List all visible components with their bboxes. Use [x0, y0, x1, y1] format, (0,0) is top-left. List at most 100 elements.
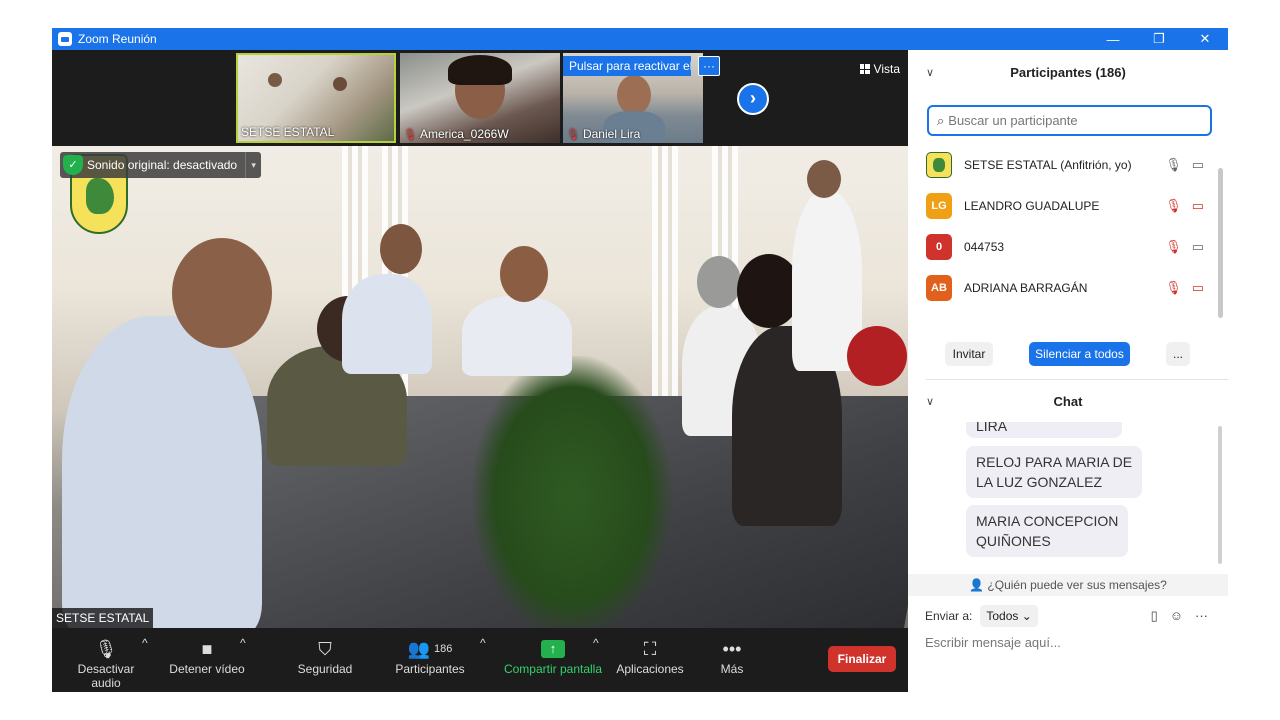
- participants-button[interactable]: 👥 186 Participantes: [390, 636, 470, 677]
- participant-search-input[interactable]: ⌕ Buscar un participante: [927, 105, 1212, 136]
- participants-title: Participantes (186): [1010, 64, 1126, 80]
- invite-button[interactable]: Invitar: [945, 342, 993, 366]
- participants-more-button[interactable]: ...: [1166, 342, 1190, 366]
- mic-muted-icon[interactable]: 🎙: [1165, 239, 1182, 255]
- send-to-value: Todos: [986, 609, 1019, 623]
- audio-options-caret[interactable]: ^: [142, 636, 148, 650]
- chat-message: RELOJ PARA MARIA DE LA LUZ GONZALEZ: [966, 446, 1143, 498]
- mute-audio-button[interactable]: 🎙 Desactivar audio: [62, 636, 150, 691]
- participant-status-icons: 🎙 ▭: [1165, 198, 1204, 214]
- thumbnail-america[interactable]: 🎙 America_0266W: [400, 53, 560, 143]
- microphone-icon[interactable]: 🎙: [1165, 157, 1182, 173]
- avatar: AB: [926, 274, 952, 301]
- chevron-down-icon[interactable]: ▾: [245, 152, 261, 178]
- participant-status-icons: 🎙 ▭: [1165, 157, 1204, 173]
- mic-muted-icon: 🎙: [403, 128, 417, 141]
- search-icon: ⌕: [937, 112, 945, 128]
- video-camera-icon[interactable]: ▭: [1192, 157, 1204, 173]
- apps-button[interactable]: ⛶ Aplicaciones: [614, 636, 686, 677]
- chat-message-input[interactable]: Escribir mensaje aquí...: [925, 635, 1061, 650]
- share-screen-icon: ↑: [498, 636, 608, 662]
- more-button[interactable]: ••• Más: [712, 636, 752, 677]
- chevron-down-icon[interactable]: ∨: [926, 395, 934, 408]
- apps-icon: ⛶: [643, 638, 657, 659]
- share-screen-button[interactable]: ↑ Compartir pantalla: [498, 636, 608, 676]
- thumbnail-name-label: SETSE ESTATAL: [241, 125, 334, 139]
- close-button[interactable]: ✕: [1182, 28, 1228, 50]
- more-label: Más: [720, 662, 744, 676]
- participants-scrollbar[interactable]: [1218, 168, 1223, 318]
- zoom-window: Zoom Reunión — ❐ ✕ SETSE ESTATAL 🎙 Americ…: [52, 28, 1228, 692]
- restore-button[interactable]: ❐: [1136, 28, 1182, 50]
- avatar: LG: [926, 192, 952, 219]
- security-label: Seguridad: [297, 662, 353, 676]
- security-button[interactable]: ⛉ Seguridad: [290, 636, 360, 677]
- shield-check-icon: ✓: [63, 155, 83, 175]
- chevron-down-icon: ⌄: [1021, 609, 1032, 623]
- participants-count: 186: [434, 643, 453, 655]
- original-sound-label: Sonido original: desactivado: [87, 158, 238, 172]
- participant-status-icons: 🎙 ▭: [1165, 239, 1204, 255]
- participant-row[interactable]: LG LEANDRO GUADALUPE 🎙 ▭: [908, 185, 1228, 226]
- thumbnail-name-label: 🎙 America_0266W: [403, 127, 509, 141]
- participant-row[interactable]: AB ADRIANA BARRAGÁN 🎙 ▭: [908, 267, 1228, 308]
- video-camera-icon[interactable]: ▭: [1192, 239, 1204, 255]
- participants-icon: 👥 186: [407, 638, 453, 659]
- meeting-toolbar: 🎙 Desactivar audio ^ ■ Detener vídeo ^ ⛉…: [52, 628, 908, 692]
- main-video-name-tag: SETSE ESTATAL: [52, 608, 154, 628]
- avatar-setse-logo-icon: [926, 151, 952, 178]
- unmute-banner[interactable]: Pulsar para reactivar el audio: [563, 56, 691, 76]
- chevron-down-icon[interactable]: ∨: [926, 66, 934, 79]
- chat-message: MARIA CONCEPCION QUIÑONES: [966, 505, 1129, 557]
- file-icon[interactable]: ▯: [1151, 608, 1158, 624]
- grid-view-icon: [859, 64, 870, 74]
- thumbnail-strip: SETSE ESTATAL 🎙 America_0266W 🎙 Daniel Lir…: [52, 50, 908, 146]
- participant-name: SETSE ESTATAL (Anfitrión, yo): [964, 157, 1132, 172]
- mic-muted-icon[interactable]: 🎙: [1165, 198, 1182, 214]
- person-left-front: [62, 316, 262, 628]
- participants-options-caret[interactable]: ^: [480, 636, 486, 650]
- chat-scrollbar[interactable]: [1218, 426, 1222, 564]
- apps-label: Aplicaciones: [616, 662, 684, 676]
- participant-face: [617, 75, 651, 115]
- view-button[interactable]: Vista: [859, 62, 900, 76]
- share-options-caret[interactable]: ^: [593, 636, 599, 650]
- stop-video-button[interactable]: ■ Detener vídeo: [167, 636, 247, 677]
- who-can-see-link[interactable]: 👤 ¿Quién puede ver sus mensajes?: [908, 574, 1228, 596]
- next-page-arrow-icon[interactable]: ›: [737, 83, 769, 115]
- end-meeting-button[interactable]: Finalizar: [828, 646, 896, 672]
- participants-header: ∨ Participantes (186): [908, 50, 1228, 94]
- thumbnail-name: America_0266W: [419, 127, 509, 141]
- person-head: [380, 224, 422, 274]
- person-head: [807, 160, 841, 198]
- thumbnail-name: SETSE ESTATAL: [241, 125, 335, 139]
- video-off-icon[interactable]: ▭: [1192, 198, 1204, 214]
- participant-name: 044753: [964, 239, 1005, 254]
- mute-audio-label: Desactivar audio: [77, 662, 135, 690]
- participant-list: SETSE ESTATAL (Anfitrión, yo) 🎙 ▭ LG LEA…: [908, 144, 1228, 308]
- video-off-icon[interactable]: ▭: [1192, 280, 1204, 296]
- main-video[interactable]: ✓ Sonido original: desactivado ▾ SETSE E…: [52, 146, 908, 628]
- video-camera-icon: ■: [201, 638, 213, 659]
- person-head: [500, 246, 548, 302]
- person-head: [697, 256, 741, 308]
- participant-row[interactable]: SETSE ESTATAL (Anfitrión, yo) 🎙 ▭: [908, 144, 1228, 185]
- participant-name: LEANDRO GUADALUPE: [964, 198, 1100, 213]
- original-sound-indicator[interactable]: ✓ Sonido original: desactivado ▾: [60, 152, 262, 178]
- chat-title: Chat: [1053, 393, 1083, 409]
- mic-muted-icon[interactable]: 🎙: [1165, 280, 1182, 296]
- person-back-left: [342, 274, 432, 374]
- chat-messages: LIRA RELOJ PARA MARIA DE LA LUZ GONZALEZ…: [908, 422, 1222, 574]
- participant-row[interactable]: 0 044753 🎙 ▭: [908, 226, 1228, 267]
- emoji-icon[interactable]: ☺: [1170, 608, 1183, 624]
- chat-header: ∨ Chat: [908, 380, 1228, 422]
- video-options-caret[interactable]: ^: [240, 636, 246, 650]
- more-dots-icon[interactable]: ···: [1195, 608, 1208, 624]
- thumbnail-setse-estatal[interactable]: SETSE ESTATAL: [236, 53, 396, 143]
- banner-more-button[interactable]: ···: [698, 56, 720, 76]
- mute-all-button[interactable]: Silenciar a todos: [1029, 342, 1130, 366]
- chat-message: LIRA: [966, 422, 1122, 438]
- christmas-garland: [472, 356, 672, 628]
- minimize-button[interactable]: —: [1090, 28, 1136, 50]
- send-to-select[interactable]: Todos ⌄: [980, 605, 1038, 627]
